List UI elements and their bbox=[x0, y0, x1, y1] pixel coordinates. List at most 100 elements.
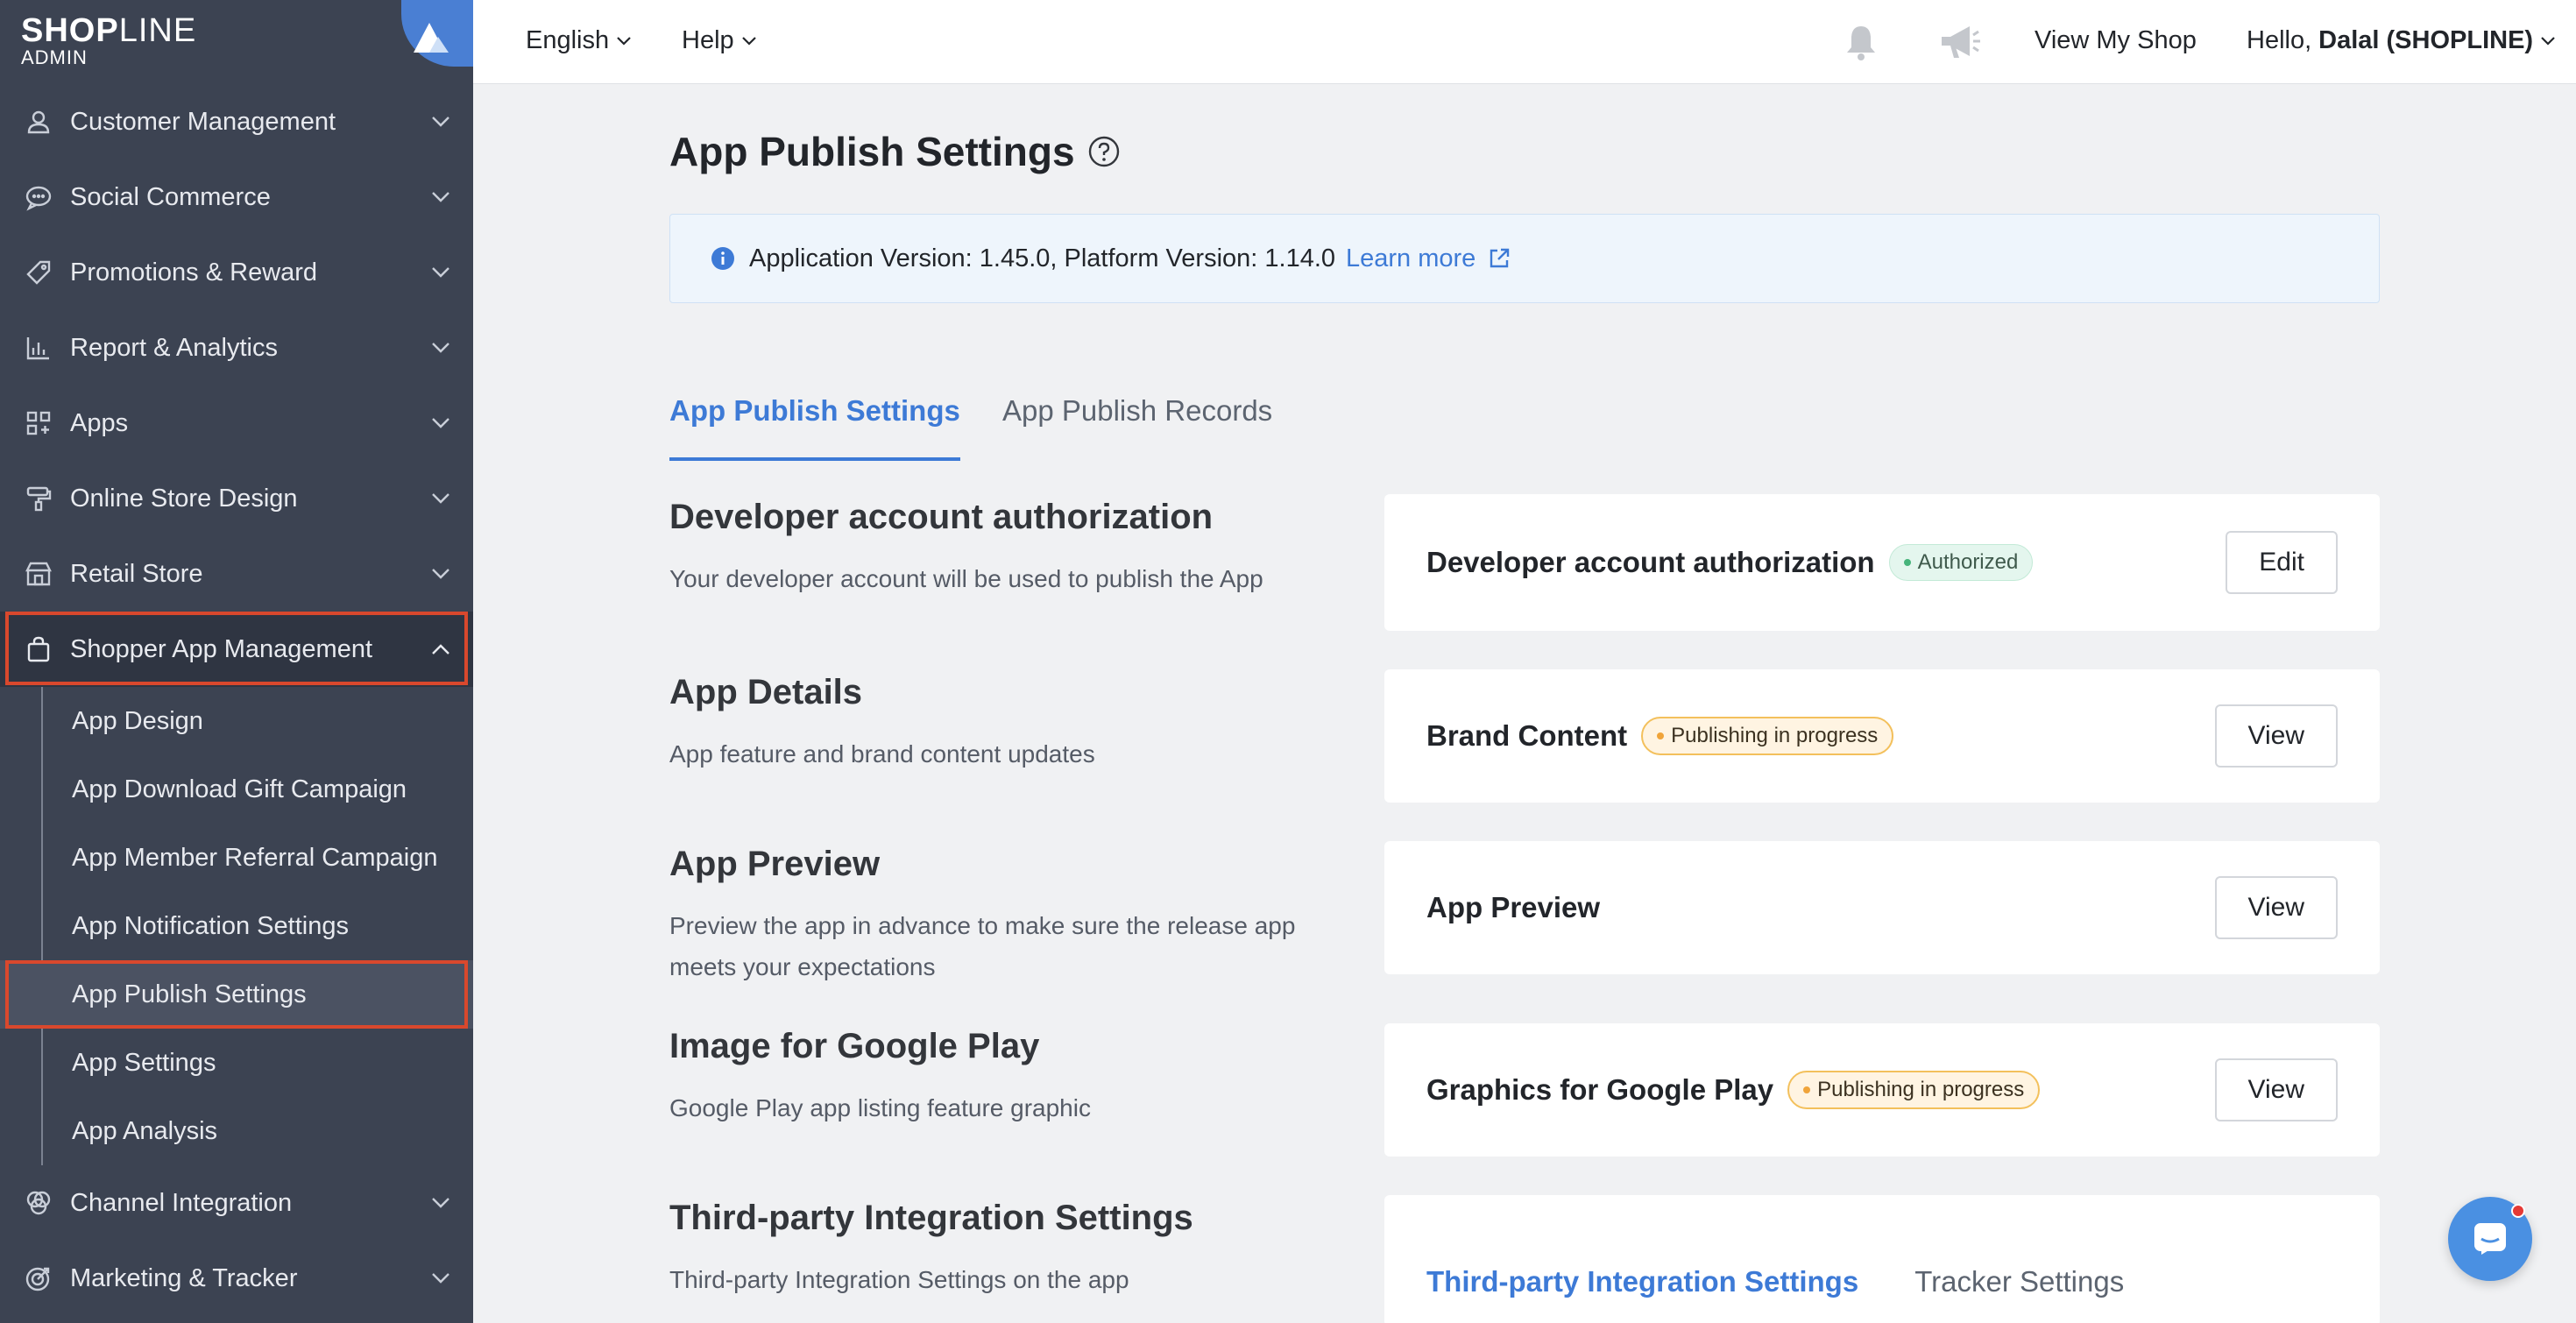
chevron-down-icon bbox=[2541, 36, 2555, 46]
sidebar-item-social-commerce[interactable]: Social Commerce bbox=[0, 159, 473, 235]
main-content: App Publish Settings Application Version… bbox=[473, 84, 2576, 1323]
sidebar-item-label: Social Commerce bbox=[70, 182, 271, 211]
bar-chart-icon bbox=[23, 332, 54, 364]
view-button[interactable]: View bbox=[2214, 876, 2338, 939]
chevron-down-icon bbox=[432, 569, 449, 579]
sidebar-item-promotions[interactable]: Promotions & Reward bbox=[0, 235, 473, 310]
highlight-outline bbox=[5, 612, 468, 685]
status-badge: Publishing in progress bbox=[1787, 1071, 2041, 1109]
sidebar-item-report-analytics[interactable]: Report & Analytics bbox=[0, 310, 473, 386]
sidebar-nav: Customer Management Social Commerce Prom… bbox=[0, 84, 473, 1316]
submenu-item-app-download-gift-campaign[interactable]: App Download Gift Campaign bbox=[0, 755, 473, 824]
sidebar-item-apps[interactable]: Apps bbox=[0, 386, 473, 461]
card-title: Graphics for Google Play bbox=[1426, 1073, 1774, 1106]
sidebar-item-shopper-app-management[interactable]: Shopper App Management bbox=[0, 612, 473, 687]
status-dot bbox=[1803, 1086, 1811, 1093]
chevron-down-icon bbox=[432, 117, 449, 127]
help-circle-icon[interactable] bbox=[1087, 135, 1121, 168]
section-developer-account: Developer account authorization Your dev… bbox=[669, 498, 1263, 599]
submenu-item-label: App Analysis bbox=[72, 1116, 218, 1145]
user-menu[interactable]: Hello, Dalal (SHOPLINE) bbox=[2247, 26, 2556, 55]
tab-tracker-settings[interactable]: Tracker Settings bbox=[1914, 1265, 2124, 1298]
section-desc: meets your expectations bbox=[669, 953, 936, 980]
submenu-item-label: App Download Gift Campaign bbox=[72, 775, 407, 803]
learn-more-link[interactable]: Learn more bbox=[1346, 244, 1511, 273]
section-app-preview: App Preview Preview the app in advance t… bbox=[669, 845, 1295, 987]
section-title: Image for Google Play bbox=[669, 1027, 1040, 1065]
section-title: Developer account authorization bbox=[669, 498, 1214, 536]
notification-dot bbox=[2511, 1204, 2525, 1218]
sidebar-item-online-store-design[interactable]: Online Store Design bbox=[0, 461, 473, 536]
shopline-logo[interactable]: SHOPLINE ADMIN bbox=[21, 14, 196, 75]
external-link-icon bbox=[1490, 248, 1510, 268]
sidebar-item-label: Retail Store bbox=[70, 559, 203, 588]
version-text: Application Version: 1.45.0, Platform Ve… bbox=[749, 244, 1336, 272]
logo-bold: SHOP bbox=[21, 12, 119, 49]
language-dropdown[interactable]: English bbox=[526, 26, 632, 55]
view-button[interactable]: View bbox=[2214, 1058, 2338, 1121]
view-button[interactable]: View bbox=[2214, 704, 2338, 768]
submenu-item-app-analysis[interactable]: App Analysis bbox=[0, 1097, 473, 1165]
submenu-item-app-settings[interactable]: App Settings bbox=[0, 1029, 473, 1097]
sidebar-item-label: Apps bbox=[70, 408, 129, 437]
integration-tabs: Third-party Integration Settings Tracker… bbox=[1426, 1265, 2124, 1298]
section-google-play: Image for Google Play Google Play app li… bbox=[669, 1027, 1091, 1128]
channel-icon bbox=[23, 1187, 54, 1219]
apps-grid-icon bbox=[23, 407, 54, 439]
chevron-down-icon bbox=[432, 493, 449, 504]
view-my-shop-link[interactable]: View My Shop bbox=[2035, 26, 2197, 55]
submenu-item-label: App Notification Settings bbox=[72, 911, 349, 940]
sidebar-item-label: Online Store Design bbox=[70, 484, 298, 513]
person-icon bbox=[23, 106, 54, 138]
status-badge-label: Publishing in progress bbox=[1671, 724, 1879, 747]
card-app-preview: App Preview View bbox=[1384, 841, 2380, 974]
mountain-icon bbox=[414, 23, 449, 53]
chevron-down-icon bbox=[432, 267, 449, 278]
tab-third-party-integration[interactable]: Third-party Integration Settings bbox=[1426, 1265, 1858, 1298]
status-badge: Authorized bbox=[1888, 544, 2034, 581]
page-title-text: App Publish Settings bbox=[669, 129, 1075, 174]
tab-app-publish-settings[interactable]: App Publish Settings bbox=[669, 382, 960, 461]
submenu-item-app-design[interactable]: App Design bbox=[0, 687, 473, 755]
chevron-down-icon bbox=[432, 418, 449, 428]
tab-label: App Publish Settings bbox=[669, 394, 960, 427]
section-desc: Your developer account will be used to p… bbox=[669, 565, 1263, 592]
sidebar-item-marketing-tracker[interactable]: Marketing & Tracker bbox=[0, 1241, 473, 1316]
edit-button[interactable]: Edit bbox=[2226, 531, 2338, 594]
status-dot bbox=[1903, 559, 1911, 566]
card-third-party-integration: Third-party Integration Settings Tracker… bbox=[1384, 1195, 2380, 1323]
sidebar-item-label: Report & Analytics bbox=[70, 333, 278, 362]
version-info-banner: Application Version: 1.45.0, Platform Ve… bbox=[669, 214, 2380, 303]
submenu-item-label: App Settings bbox=[72, 1048, 216, 1077]
bell-icon[interactable] bbox=[1840, 21, 1882, 70]
card-title: Developer account authorization bbox=[1426, 546, 1875, 578]
tab-app-publish-records[interactable]: App Publish Records bbox=[1002, 394, 1272, 428]
sidebar-item-customer-management[interactable]: Customer Management bbox=[0, 84, 473, 159]
status-badge-label: Publishing in progress bbox=[1817, 1078, 2025, 1101]
megaphone-icon[interactable] bbox=[1936, 21, 1982, 70]
brand-corner-badge bbox=[401, 0, 473, 67]
status-badge: Publishing in progress bbox=[1641, 717, 1894, 755]
section-title: App Details bbox=[669, 673, 863, 711]
top-bar: English Help View My Shop Hello, Dalal (… bbox=[473, 0, 2576, 84]
sidebar-item-retail-store[interactable]: Retail Store bbox=[0, 536, 473, 612]
submenu-item-app-member-referral-campaign[interactable]: App Member Referral Campaign bbox=[0, 824, 473, 892]
info-icon bbox=[711, 247, 734, 270]
section-desc: Preview the app in advance to make sure … bbox=[669, 912, 1296, 939]
logo-thin: LINE bbox=[118, 12, 197, 49]
section-desc: Third-party Integration Settings on the … bbox=[669, 1266, 1129, 1293]
status-dot bbox=[1657, 732, 1665, 739]
chat-launcher-button[interactable] bbox=[2448, 1197, 2532, 1281]
tab-label: App Publish Records bbox=[1002, 394, 1273, 427]
sidebar: SHOPLINE ADMIN Customer Management Socia… bbox=[0, 0, 473, 1323]
section-third-party: Third-party Integration Settings Third-p… bbox=[669, 1199, 1193, 1300]
target-icon bbox=[23, 1263, 54, 1294]
chevron-down-icon bbox=[432, 1273, 449, 1284]
help-dropdown[interactable]: Help bbox=[682, 26, 757, 55]
section-title: Third-party Integration Settings bbox=[669, 1199, 1193, 1237]
sidebar-item-channel-integration[interactable]: Channel Integration bbox=[0, 1165, 473, 1241]
submenu-item-app-notification-settings[interactable]: App Notification Settings bbox=[0, 892, 473, 960]
card-developer-account: Developer account authorization Authoriz… bbox=[1384, 494, 2380, 631]
submenu-item-app-publish-settings[interactable]: App Publish Settings bbox=[0, 960, 473, 1029]
learn-more-label: Learn more bbox=[1346, 244, 1476, 272]
